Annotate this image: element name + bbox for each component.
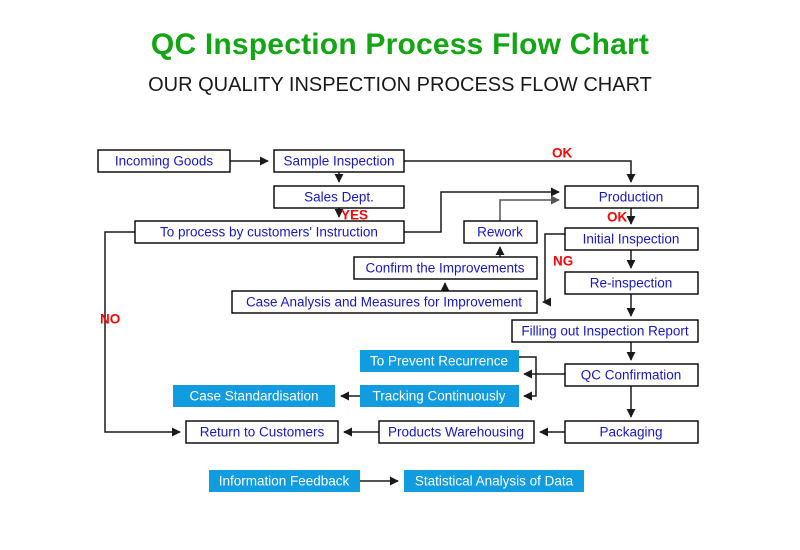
node-label: Initial Inspection bbox=[583, 232, 680, 247]
edge-prevent-to-tracking bbox=[519, 356, 537, 401]
node-label: Case Analysis and Measures for Improveme… bbox=[246, 295, 522, 310]
node-label: To process by customers' Instruction bbox=[160, 225, 378, 240]
node-case-analysis-and-measures-for-improvement[interactable]: Case Analysis and Measures for Improveme… bbox=[231, 290, 538, 314]
node-products-warehousing[interactable]: Products Warehousing bbox=[378, 420, 535, 444]
node-incoming-goods[interactable]: Incoming Goods bbox=[97, 149, 231, 173]
edge-sample-to-production-ok bbox=[404, 160, 636, 183]
node-label: Statistical Analysis of Data bbox=[415, 474, 574, 489]
node-label: Information Feedback bbox=[219, 474, 350, 489]
node-label: QC Confirmation bbox=[581, 368, 682, 383]
node-qc-confirmation[interactable]: QC Confirmation bbox=[564, 363, 699, 387]
node-label: To Prevent Recurrence bbox=[370, 354, 508, 369]
node-label: Filling out Inspection Report bbox=[521, 324, 689, 339]
node-rework[interactable]: Rework bbox=[463, 220, 538, 244]
node-tracking-continuously[interactable]: Tracking Continuously bbox=[360, 385, 519, 407]
edge-label-ng: NG bbox=[553, 254, 573, 269]
node-production[interactable]: Production bbox=[564, 185, 699, 209]
node-label: Case Standardisation bbox=[189, 389, 318, 404]
node-initial-inspection[interactable]: Initial Inspection bbox=[564, 227, 699, 251]
edge-process-to-return-no bbox=[104, 231, 181, 437]
edge-rework-to-production bbox=[499, 195, 560, 221]
node-label: Packaging bbox=[599, 425, 662, 440]
flowchart-canvas: QC Inspection Process Flow Chart OUR QUA… bbox=[0, 0, 800, 550]
edge-label-ok-production: OK bbox=[607, 210, 628, 225]
node-label: Incoming Goods bbox=[115, 154, 214, 169]
node-filling-out-inspection-report[interactable]: Filling out Inspection Report bbox=[511, 319, 699, 343]
node-label: Sales Dept. bbox=[304, 190, 374, 205]
node-re-inspection[interactable]: Re-inspection bbox=[564, 271, 699, 295]
node-label: Rework bbox=[477, 225, 523, 240]
node-label: Re-inspection bbox=[590, 276, 673, 291]
node-label: Products Warehousing bbox=[388, 425, 524, 440]
node-label: Tracking Continuously bbox=[372, 389, 505, 404]
node-case-standardisation[interactable]: Case Standardisation bbox=[173, 385, 335, 407]
node-sales-dept[interactable]: Sales Dept. bbox=[273, 185, 405, 209]
node-to-process-by-customers-instruction[interactable]: To process by customers' Instruction bbox=[134, 220, 405, 244]
node-to-prevent-recurrence[interactable]: To Prevent Recurrence bbox=[360, 350, 519, 372]
node-return-to-customers[interactable]: Return to Customers bbox=[185, 420, 339, 444]
edge-label-ok-top: OK bbox=[552, 146, 573, 161]
node-label: Production bbox=[599, 190, 664, 205]
edge-label-yes: YES bbox=[341, 208, 368, 223]
node-label: Confirm the Improvements bbox=[365, 261, 524, 276]
node-sample-inspection[interactable]: Sample Inspection bbox=[273, 149, 405, 173]
flow-diagram: Incoming Goods Sample Inspection Sales D… bbox=[97, 146, 699, 492]
node-label: Sample Inspection bbox=[283, 154, 394, 169]
node-label: Return to Customers bbox=[200, 425, 325, 440]
node-confirm-the-improvements[interactable]: Confirm the Improvements bbox=[353, 256, 538, 280]
node-information-feedback[interactable]: Information Feedback bbox=[209, 470, 360, 492]
node-packaging[interactable]: Packaging bbox=[564, 420, 699, 444]
edge-label-no: NO bbox=[100, 312, 120, 327]
node-statistical-analysis-of-data[interactable]: Statistical Analysis of Data bbox=[404, 470, 584, 492]
